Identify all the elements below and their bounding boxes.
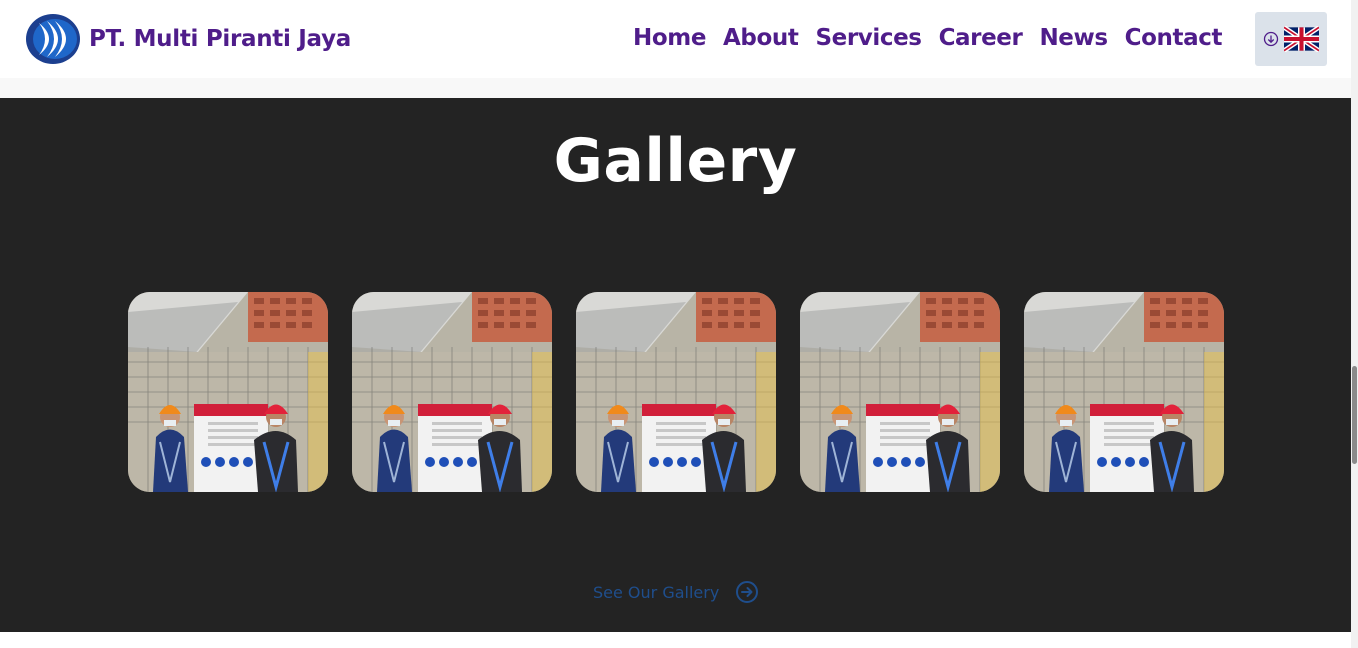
site-header: PT. Multi Piranti Jaya Home About Servic…: [0, 0, 1351, 78]
footer-band: [0, 632, 1351, 648]
brand-link[interactable]: PT. Multi Piranti Jaya: [25, 13, 351, 65]
scrollbar-thumb[interactable]: [1352, 366, 1357, 464]
nav-contact[interactable]: Contact: [1125, 20, 1223, 56]
main-nav: Home About Services Career News Contact: [633, 20, 1239, 56]
gallery-thumbnail[interactable]: [576, 292, 776, 492]
header-divider: [0, 78, 1351, 98]
gallery-thumbnail[interactable]: [1024, 292, 1224, 492]
arrow-down-circle-icon: [1263, 31, 1279, 47]
page-scrollbar[interactable]: [1351, 0, 1358, 648]
nav-about[interactable]: About: [723, 20, 799, 56]
nav-career[interactable]: Career: [939, 20, 1023, 56]
uk-flag-icon: [1284, 26, 1319, 52]
see-gallery-link[interactable]: See Our Gallery: [593, 580, 759, 604]
nav-services[interactable]: Services: [815, 20, 922, 56]
gallery-title: Gallery: [553, 126, 798, 196]
gallery-thumbnail[interactable]: [800, 292, 1000, 492]
arrow-right-circle-icon: [736, 581, 759, 603]
gallery-thumbnail[interactable]: [128, 292, 328, 492]
brand-name: PT. Multi Piranti Jaya: [89, 26, 351, 52]
language-selector[interactable]: [1255, 12, 1327, 66]
company-logo: [26, 14, 80, 64]
nav-news[interactable]: News: [1039, 20, 1108, 56]
gallery-thumbnail[interactable]: [352, 292, 552, 492]
gallery-section: Gallery See Our Gallery: [0, 98, 1351, 632]
gallery-thumbnails: [128, 292, 1248, 492]
nav-home[interactable]: Home: [633, 20, 706, 56]
see-gallery-label: See Our Gallery: [593, 582, 720, 602]
